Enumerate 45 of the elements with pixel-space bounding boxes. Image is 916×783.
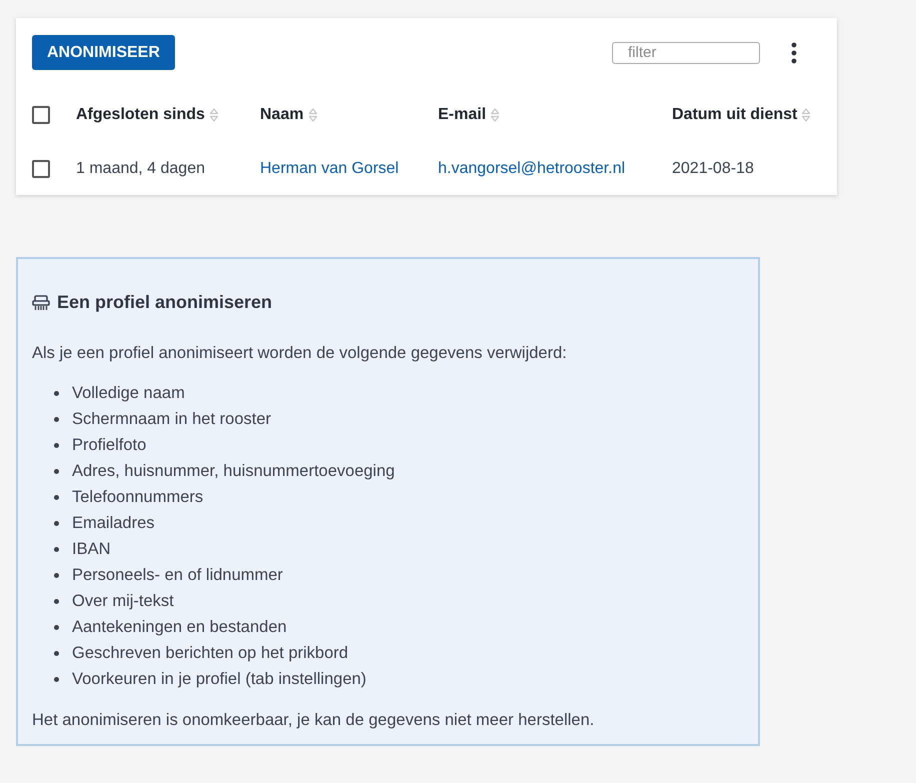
table-link[interactable]: h.vangorsel@hetrooster.nl <box>438 160 626 176</box>
list-item: Over mij-tekst <box>72 592 174 610</box>
list-item: Personeels- en of lidnummer <box>72 566 283 584</box>
filter-field[interactable]: filter <box>612 42 760 64</box>
sort-icon[interactable] <box>208 107 219 123</box>
sort-icon[interactable] <box>801 107 812 123</box>
bullet-icon <box>54 494 59 500</box>
bullet-icon <box>54 468 59 474</box>
list-item: Adres, huisnummer, huisnummertoevoeging <box>72 462 395 480</box>
list-item: Voorkeuren in je profiel (tab instellingen) <box>72 670 366 688</box>
table-link[interactable]: Herman van Gorsel <box>260 160 399 176</box>
column-header[interactable]: Afgesloten sinds <box>76 106 205 124</box>
bullet-icon <box>54 598 59 604</box>
list-item: IBAN <box>72 540 111 558</box>
bullet-icon <box>54 572 59 578</box>
footer-text: Het anonimiseren is onomkeerbaar, je kan de gegevens niet meer herstellen. <box>32 710 596 731</box>
table-cell: 2021-08-18 <box>672 160 754 176</box>
bullet-icon <box>54 390 59 396</box>
bullet-icon <box>54 520 59 526</box>
list-item: Volledige naam <box>72 384 185 402</box>
more-options-icon[interactable] <box>791 42 797 64</box>
intro-text: Als je een profiel anonimiseert worden de volgende gegevens verwijderd: <box>32 343 568 364</box>
bullet-icon <box>54 442 59 448</box>
bullet-icon <box>54 624 59 630</box>
anonymize-button[interactable]: ANONIMISEER <box>32 35 175 70</box>
row-checkbox[interactable] <box>32 160 50 178</box>
column-header[interactable]: Datum uit dienst <box>672 106 798 124</box>
list-item: Geschreven berichten op het prikbord <box>72 644 348 662</box>
bullet-icon <box>54 676 59 682</box>
list-item: Aantekeningen en bestanden <box>72 618 287 636</box>
select-all-checkbox[interactable] <box>32 106 50 124</box>
bullet-icon <box>54 546 59 552</box>
bullet-icon <box>54 416 59 422</box>
list-item: Profielfoto <box>72 436 146 454</box>
panel-title: Een profiel anonimiseren <box>57 292 272 313</box>
table-cell: 1 maand, 4 dagen <box>76 160 205 176</box>
list-item: Emailadres <box>72 514 155 532</box>
column-header[interactable]: Naam <box>260 106 304 124</box>
bullet-icon <box>54 650 59 656</box>
shredder-icon <box>32 294 50 310</box>
sort-icon[interactable] <box>308 107 318 123</box>
sort-icon[interactable] <box>490 107 500 123</box>
list-item: Telefoonnummers <box>72 488 204 506</box>
column-header[interactable]: E-mail <box>438 106 486 124</box>
list-item: Schermnaam in het rooster <box>72 410 272 428</box>
